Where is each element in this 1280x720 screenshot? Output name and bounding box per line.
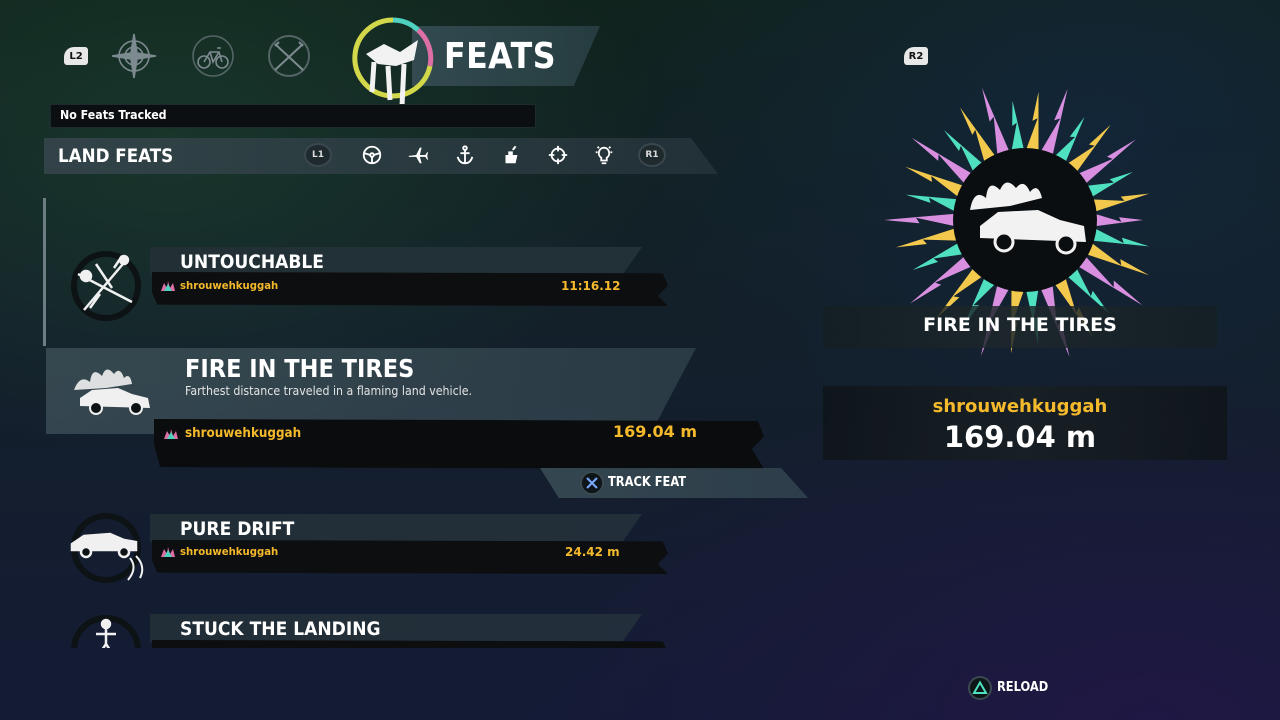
landing-figure-icon [66,610,146,648]
reload-label[interactable]: RELOAD [997,680,1048,695]
feat-player-name: shrouwehkuggah [180,545,279,558]
feat-score-value: 11:16.12 [561,279,621,293]
anchor-icon[interactable] [452,142,478,168]
feat-row-score-bar [152,640,668,648]
feat-player-name: shrouwehkuggah [185,426,302,441]
tracked-feat-status: No Feats Tracked [60,108,167,122]
category-title: LAND FEATS [58,145,174,167]
feat-player-name: shrouwehkuggah [180,279,279,292]
feat-title: STUCK THE LANDING [180,618,381,640]
detail-player-name: shrouwehkuggah [932,396,1108,417]
crosshair-icon[interactable] [545,142,571,168]
rank-icon [161,281,175,291]
airplane-icon[interactable] [405,142,431,168]
crossed-weapons-icon[interactable] [265,32,313,80]
feat-score-value: 24.42 m [565,545,620,559]
r1-next-category-badge[interactable]: R1 [638,143,666,167]
compass-icon[interactable] [110,32,158,80]
feat-row-stuck-the-landing[interactable]: STUCK THE LANDING [0,600,720,648]
rank-icon [164,429,178,439]
drifting-car-icon [66,508,146,588]
crossed-tools-icon [66,244,146,324]
feat-score-value: 169.04 m [613,422,697,441]
hand-icon[interactable] [498,142,524,168]
feats-logo-icon [348,14,438,110]
page-title: FEATS [444,36,556,77]
lightbulb-icon[interactable] [591,142,617,168]
list-scroll-rail [43,198,46,346]
feat-title: FIRE IN THE TIRES [185,354,415,383]
rank-icon [161,547,175,557]
flaming-car-icon [66,354,156,424]
feat-description: Farthest distance traveled in a flaming … [185,384,473,398]
steering-wheel-icon[interactable] [359,142,385,168]
detail-feat-title: FIRE IN THE TIRES [923,314,1117,336]
r2-trigger-badge[interactable]: R2 [904,47,928,65]
l2-trigger-badge[interactable]: L2 [64,47,88,65]
l1-prev-category-badge[interactable]: L1 [304,143,332,167]
cross-button-icon[interactable] [580,471,604,495]
bicycle-icon[interactable] [189,32,237,80]
track-feat-label[interactable]: TRACK FEAT [608,475,686,490]
detail-score-value: 169.04 m [943,420,1097,454]
triangle-button-icon[interactable] [968,676,992,700]
feat-title: UNTOUCHABLE [180,251,324,273]
feat-title: PURE DRIFT [180,518,295,540]
